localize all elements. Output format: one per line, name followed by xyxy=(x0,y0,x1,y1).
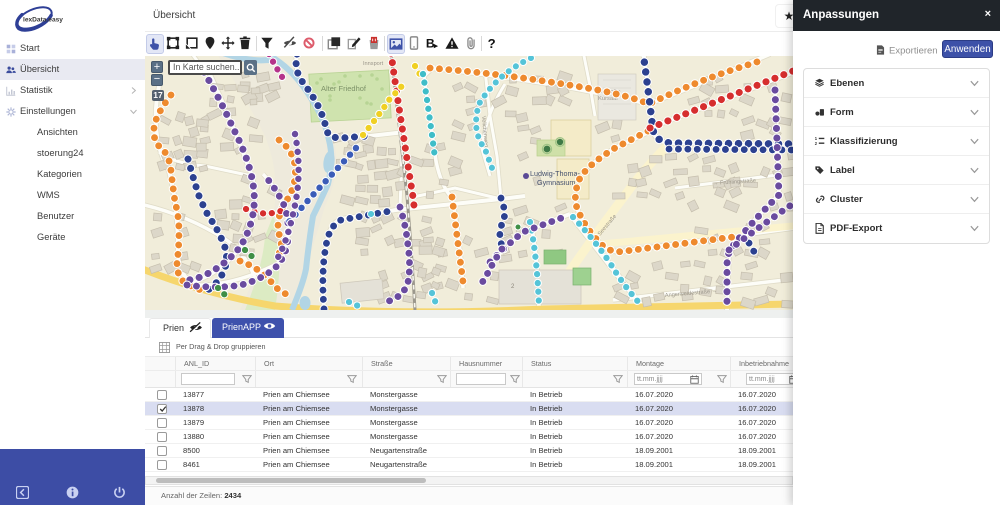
svg-text:Ludwig-Thoma-: Ludwig-Thoma- xyxy=(530,169,581,178)
svg-text:2: 2 xyxy=(815,141,818,146)
svg-text:B: B xyxy=(426,36,435,50)
svg-text:Alter Friedhof: Alter Friedhof xyxy=(321,84,367,93)
svg-text:?: ? xyxy=(488,36,496,50)
svg-text:lexData.easy: lexData.easy xyxy=(23,17,63,24)
svg-text:Innsport: Innsport xyxy=(363,61,384,67)
svg-text:Gymnasium: Gymnasium xyxy=(537,178,575,187)
